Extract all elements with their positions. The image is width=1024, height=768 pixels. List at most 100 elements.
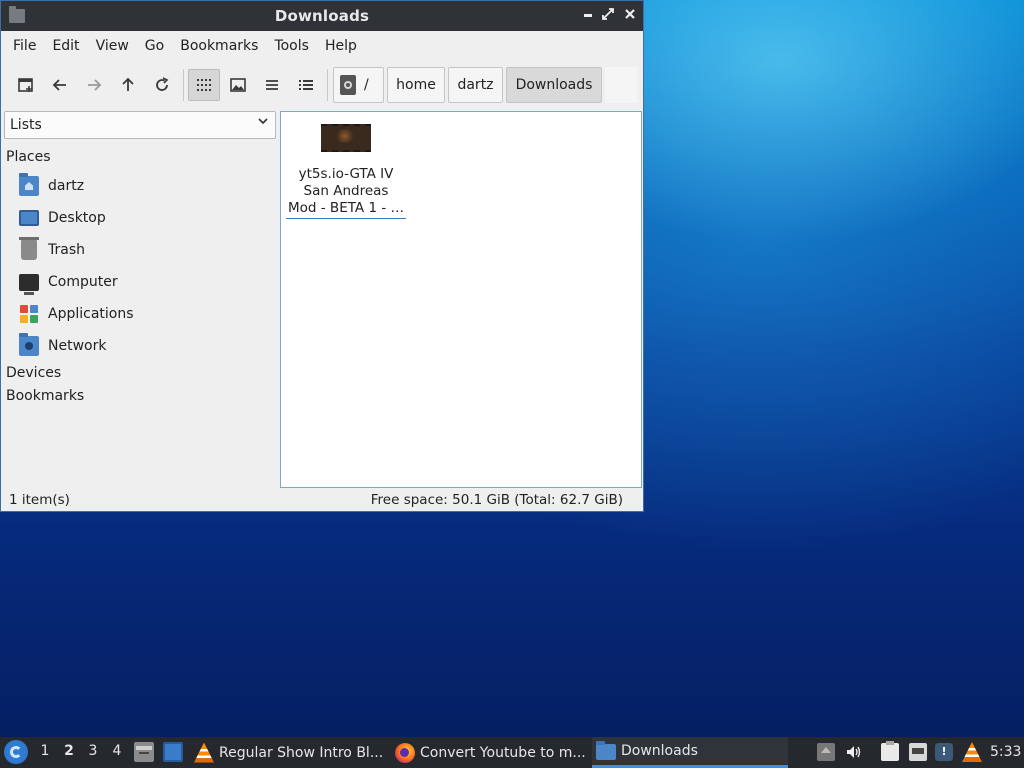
place-item-applications[interactable]: Applications — [19, 300, 134, 328]
applications-icon — [19, 304, 39, 324]
places-section-header[interactable]: Places — [6, 149, 51, 165]
new-tab-icon — [18, 78, 33, 92]
network-folder-icon — [19, 333, 39, 356]
forward-icon — [88, 79, 102, 91]
devices-section-header[interactable]: Devices — [6, 365, 61, 381]
detailed-list-icon — [299, 80, 313, 90]
back-button[interactable] — [44, 69, 76, 101]
workspace-2[interactable]: 2 — [60, 743, 78, 759]
notification-icon[interactable]: ! — [935, 743, 953, 761]
up-icon — [122, 77, 134, 91]
reload-icon — [156, 77, 169, 91]
file-manager-window: Downloads File Edit View Go Bookmarks To… — [0, 0, 644, 512]
task-label: Downloads — [621, 743, 698, 759]
place-item-trash[interactable]: Trash — [19, 236, 85, 264]
menu-help[interactable]: Help — [317, 38, 365, 54]
place-item-home[interactable]: dartz — [19, 172, 84, 200]
menu-file[interactable]: File — [5, 38, 44, 54]
workspace-3[interactable]: 3 — [84, 743, 102, 759]
task-firefox[interactable]: Convert Youtube to m... — [391, 737, 588, 768]
side-pane-mode-select[interactable]: Lists — [4, 111, 276, 139]
forward-button[interactable] — [78, 69, 110, 101]
task-label: Convert Youtube to m... — [420, 744, 586, 761]
close-button[interactable] — [621, 7, 639, 25]
show-desktop-icon[interactable] — [163, 742, 183, 762]
computer-icon — [19, 273, 39, 295]
drive-icon — [340, 75, 356, 95]
reload-button[interactable] — [146, 69, 178, 101]
place-label: Trash — [48, 242, 85, 258]
lubuntu-logo-icon — [10, 746, 22, 758]
detailed-list-button[interactable] — [290, 69, 322, 101]
maximize-button[interactable] — [599, 7, 617, 25]
menu-edit[interactable]: Edit — [44, 38, 87, 54]
chevron-down-icon — [257, 115, 269, 131]
menu-bookmarks[interactable]: Bookmarks — [172, 38, 266, 54]
workspace-4[interactable]: 4 — [108, 743, 126, 759]
side-pane: Lists Places dartz Desktop Trash Compute… — [1, 109, 278, 485]
task-vlc[interactable]: Regular Show Intro Bl... — [190, 737, 386, 768]
taskbar: 1 2 3 4 Regular Show Intro Bl... Convert… — [0, 737, 1024, 768]
clock[interactable]: 5:33 — [990, 744, 1021, 760]
home-folder-icon — [19, 173, 39, 196]
menu-go[interactable]: Go — [137, 38, 172, 54]
file-name: yt5s.io-GTA IV San Andreas Mod - BETA 1 … — [286, 166, 406, 219]
status-bar: 1 item(s) Free space: 50.1 GiB (Total: 6… — [1, 489, 643, 511]
desktop-icon — [19, 210, 39, 226]
vlc-tray-icon[interactable] — [962, 742, 982, 762]
firefox-icon — [395, 742, 415, 763]
close-icon — [625, 9, 635, 19]
file-manager-launcher-icon[interactable] — [134, 742, 154, 762]
thumbnail-view-button[interactable] — [222, 69, 254, 101]
workspace-1[interactable]: 1 — [36, 743, 54, 759]
path-root-button[interactable]: / — [333, 67, 384, 103]
video-thumbnail-icon — [321, 124, 371, 152]
menu-tools[interactable]: Tools — [266, 38, 317, 54]
place-label: Desktop — [48, 210, 106, 226]
path-segment-downloads[interactable]: Downloads — [506, 67, 602, 103]
path-bar-filler[interactable] — [605, 67, 637, 103]
side-pane-mode-value: Lists — [10, 117, 42, 133]
place-label: Network — [48, 338, 107, 354]
path-root-label: / — [364, 77, 369, 93]
place-label: Applications — [48, 306, 134, 322]
toolbar: / home dartz Downloads — [1, 63, 643, 107]
menu-view[interactable]: View — [88, 38, 137, 54]
toolbar-separator — [183, 69, 184, 101]
icon-view-button[interactable] — [188, 69, 220, 101]
volume-icon[interactable] — [845, 743, 863, 761]
file-item[interactable]: yt5s.io-GTA IV San Andreas Mod - BETA 1 … — [286, 124, 406, 219]
clipboard-icon[interactable] — [881, 741, 899, 761]
icon-view-icon — [197, 79, 211, 91]
removable-media-icon[interactable] — [817, 743, 835, 761]
place-label: dartz — [48, 178, 85, 194]
minimize-button[interactable] — [579, 7, 597, 25]
file-name-line: San Andreas — [303, 183, 389, 199]
compact-view-icon — [266, 80, 278, 90]
task-downloads[interactable]: Downloads — [592, 737, 788, 768]
new-tab-button[interactable] — [10, 69, 42, 101]
up-button[interactable] — [112, 69, 144, 101]
bookmarks-section-header[interactable]: Bookmarks — [6, 388, 84, 404]
file-name-line: yt5s.io-GTA IV — [298, 166, 394, 182]
compact-view-button[interactable] — [256, 69, 288, 101]
path-segment-dartz[interactable]: dartz — [448, 67, 503, 103]
minimize-icon — [584, 14, 592, 17]
path-segment-home[interactable]: home — [387, 67, 445, 103]
item-count: 1 item(s) — [9, 492, 70, 508]
back-icon — [52, 79, 66, 91]
free-space: Free space: 50.1 GiB (Total: 62.7 GiB) — [370, 492, 623, 508]
maximize-icon — [602, 8, 614, 20]
place-item-network[interactable]: Network — [19, 332, 106, 360]
folder-icon — [596, 741, 616, 760]
file-view[interactable]: yt5s.io-GTA IV San Andreas Mod - BETA 1 … — [280, 111, 642, 488]
window-title: Downloads — [274, 7, 370, 25]
network-status-icon[interactable] — [909, 743, 927, 761]
title-bar[interactable]: Downloads — [1, 1, 643, 31]
start-menu-button[interactable] — [4, 740, 28, 764]
toolbar-separator — [327, 69, 328, 101]
place-item-desktop[interactable]: Desktop — [19, 204, 106, 232]
place-item-computer[interactable]: Computer — [19, 268, 118, 296]
place-label: Computer — [48, 274, 118, 290]
thumbnail-view-icon — [230, 78, 246, 92]
